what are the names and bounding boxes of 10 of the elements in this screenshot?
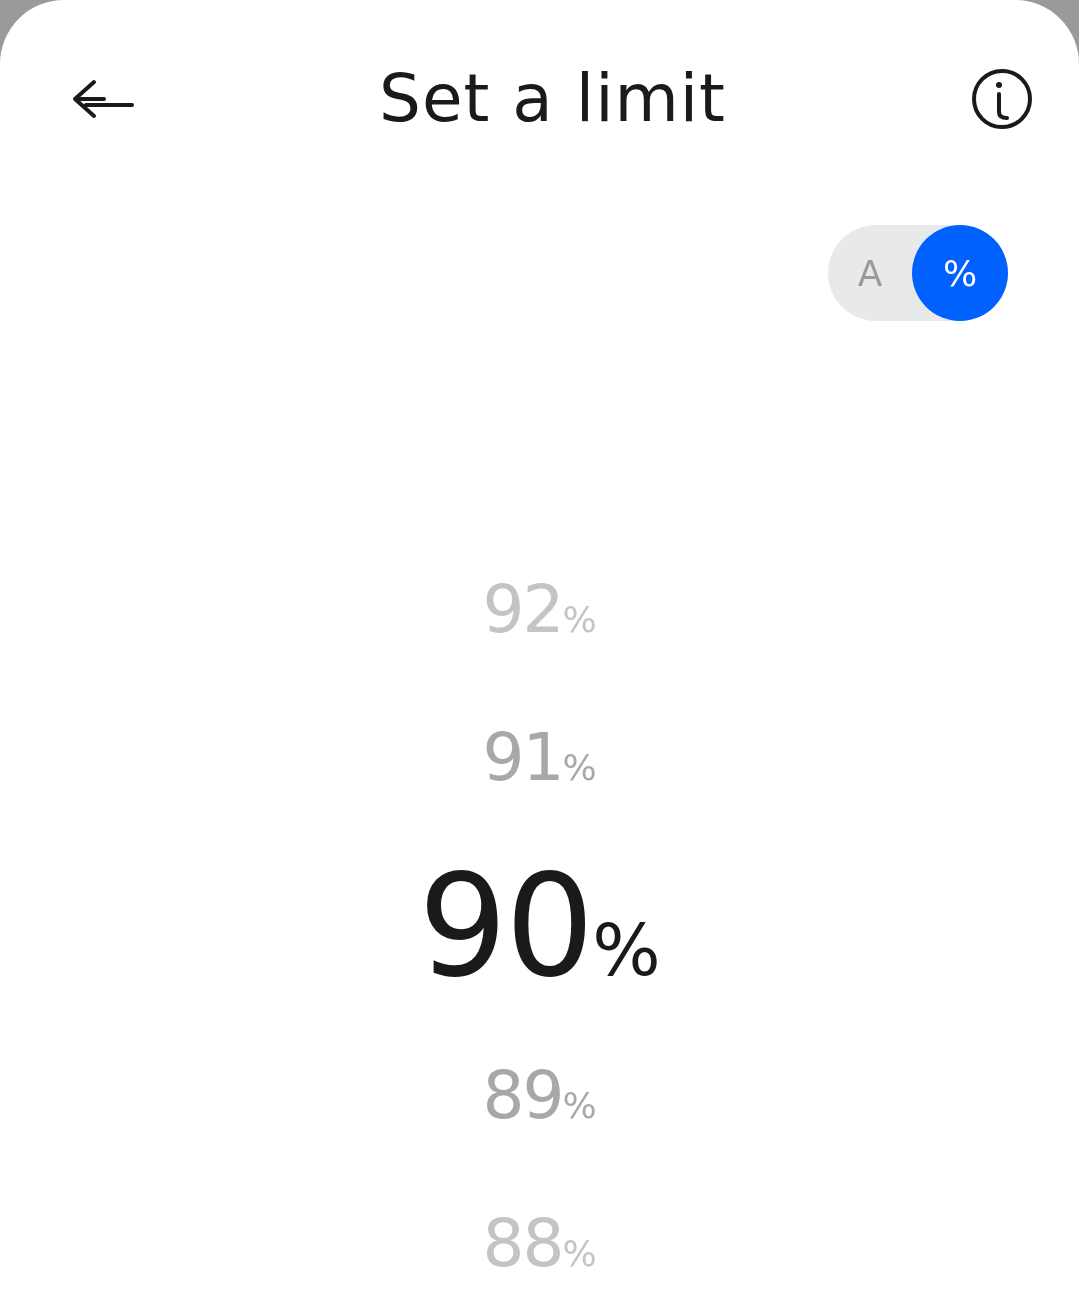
back-arrow-icon [72, 78, 134, 119]
page-title: Set a limit [379, 60, 726, 137]
picker-value[interactable]: 90% [418, 857, 661, 997]
unit-option[interactable]: % [912, 225, 1008, 321]
picker-value[interactable]: 91% [482, 725, 597, 791]
unit-option[interactable]: A [828, 225, 912, 321]
picker-value[interactable]: 92% [482, 577, 597, 643]
picker-value[interactable]: 88% [482, 1211, 597, 1277]
picker-value[interactable]: 89% [482, 1063, 597, 1129]
info-icon [971, 67, 1033, 130]
